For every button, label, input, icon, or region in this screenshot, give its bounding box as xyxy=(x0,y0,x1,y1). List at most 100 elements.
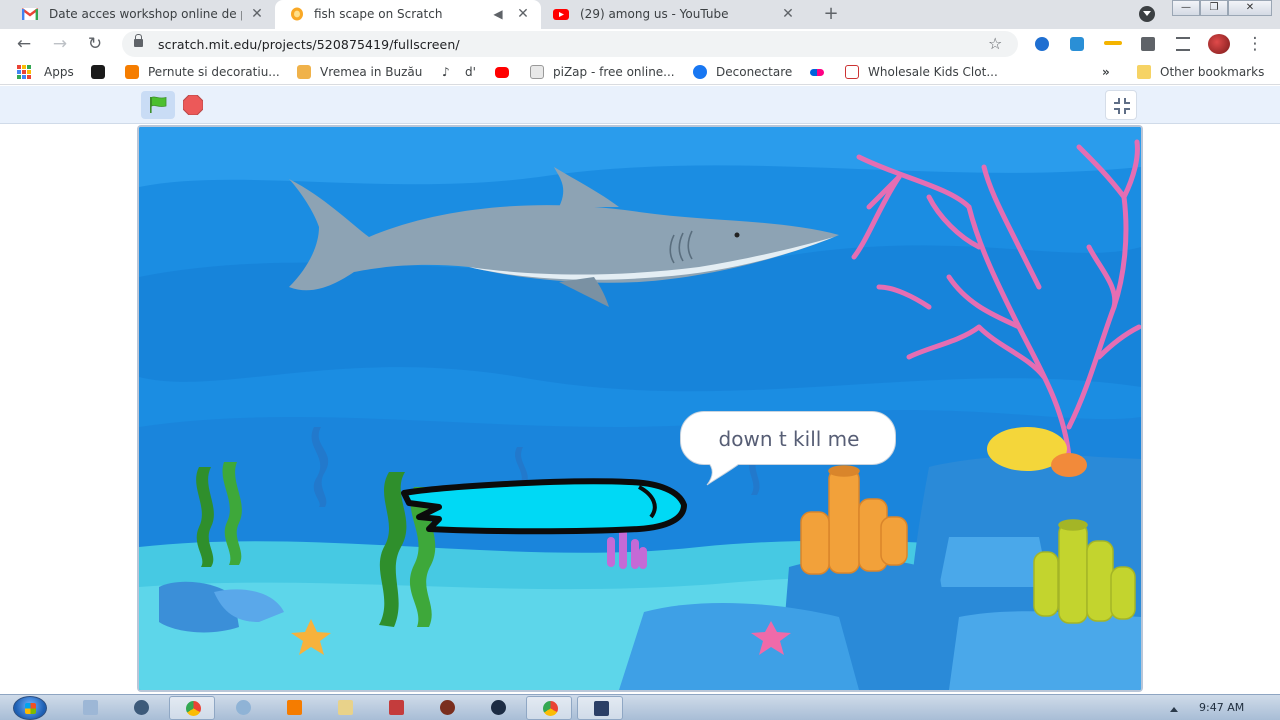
avatar[interactable] xyxy=(1208,34,1230,54)
green-flag-button[interactable] xyxy=(141,91,175,119)
extension-icon[interactable] xyxy=(1104,41,1122,45)
windows-taskbar: 9:47 AM xyxy=(0,694,1280,720)
flickr-icon xyxy=(810,68,824,76)
close-tab-icon[interactable]: ✕ xyxy=(250,6,264,22)
chrome-icon xyxy=(543,701,558,716)
bookmark-star-icon[interactable]: ☆ xyxy=(988,34,1002,53)
bookmark-label: Apps xyxy=(44,65,74,79)
scratch-icon xyxy=(291,7,303,21)
taskbar-app[interactable] xyxy=(322,696,368,720)
tab-youtube[interactable]: (29) among us - YouTube ✕ xyxy=(543,0,807,29)
bookmark-weather[interactable]: Vremea in Buzău xyxy=(297,63,422,81)
speaker-icon[interactable]: ◀ xyxy=(491,6,505,22)
speech-bubble: down t kill me xyxy=(680,411,896,465)
browser-toolbar: ← → ↻ scratch.mit.edu/projects/520875419… xyxy=(0,29,1280,58)
paint-icon xyxy=(236,700,251,715)
url-text[interactable]: scratch.mit.edu/projects/520875419/fulls… xyxy=(158,37,460,52)
bookmark-label: d' xyxy=(465,65,476,79)
vlc-icon xyxy=(287,700,302,715)
facebook-icon xyxy=(693,65,707,79)
stop-sign-icon[interactable] xyxy=(183,95,203,115)
bookmark-other[interactable]: Other bookmarks xyxy=(1137,63,1264,81)
bookmark-label: Other bookmarks xyxy=(1160,65,1265,79)
app-icon xyxy=(491,700,506,715)
bookmark-dh[interactable]: Wholesale Kids Clot... xyxy=(845,63,998,81)
bookmark-flickr[interactable] xyxy=(810,63,833,81)
close-window-button[interactable]: ✕ xyxy=(1228,0,1272,16)
taskbar-chrome[interactable] xyxy=(526,696,572,720)
tab-strip: Date acces workshop online de p ✕ fish s… xyxy=(0,0,1280,29)
lock-icon xyxy=(134,34,143,47)
clock[interactable]: 9:47 AM xyxy=(1199,701,1244,714)
tab-search-icon[interactable] xyxy=(1139,6,1155,22)
youtube-icon xyxy=(553,9,569,20)
youtube-icon xyxy=(495,66,509,78)
puzzle-icon[interactable] xyxy=(1141,37,1155,51)
taskbar-app[interactable] xyxy=(424,696,470,720)
overflow-icon: » xyxy=(1102,65,1110,79)
exit-fullscreen-icon xyxy=(1114,98,1130,114)
reading-list-icon[interactable] xyxy=(1176,37,1190,51)
adobe-icon xyxy=(91,65,105,79)
address-bar[interactable]: scratch.mit.edu/projects/520875419/fulls… xyxy=(122,31,1018,57)
dh-icon xyxy=(845,65,859,79)
close-tab-icon[interactable]: ✕ xyxy=(781,6,795,22)
restore-button[interactable]: ❐ xyxy=(1200,0,1228,16)
underwater-backdrop xyxy=(139,127,1141,690)
save-disk-icon xyxy=(594,701,609,716)
bookmark-label: Wholesale Kids Clot... xyxy=(868,65,998,79)
extension-icon[interactable] xyxy=(1035,37,1049,51)
taskbar-app[interactable] xyxy=(577,696,623,720)
folder-icon xyxy=(1137,65,1151,79)
tab-title: Date acces workshop online de p xyxy=(49,7,242,21)
bookmark-label: piZap - free online... xyxy=(553,65,675,79)
media-player-icon xyxy=(134,700,149,715)
start-button[interactable] xyxy=(13,696,47,720)
bookmark-adobe[interactable] xyxy=(91,63,114,81)
taskbar-chrome[interactable] xyxy=(169,696,215,720)
exit-fullscreen-button[interactable] xyxy=(1105,90,1137,120)
explorer-icon xyxy=(83,700,98,715)
taskbar-app[interactable] xyxy=(373,696,419,720)
tab-scratch[interactable]: fish scape on Scratch ◀ ✕ xyxy=(275,0,541,29)
fish-sprite[interactable] xyxy=(401,478,687,535)
tab-gmail[interactable]: Date acces workshop online de p ✕ xyxy=(0,0,273,29)
close-tab-icon[interactable]: ✕ xyxy=(516,6,530,22)
speech-bubble-tail xyxy=(706,461,744,486)
blogger-icon xyxy=(125,65,139,79)
bookmarks-overflow[interactable]: » xyxy=(1102,63,1110,81)
bookmark-pizap[interactable]: piZap - free online... xyxy=(530,63,675,81)
app-icon xyxy=(440,700,455,715)
weather-icon xyxy=(297,65,311,79)
back-arrow-icon[interactable]: ← xyxy=(13,33,35,55)
tab-title: (29) among us - YouTube xyxy=(580,7,729,21)
taskbar-app[interactable] xyxy=(271,696,317,720)
tab-title: fish scape on Scratch xyxy=(314,7,443,21)
green-flag-icon xyxy=(150,96,167,113)
bookmark-music[interactable]: ♪ d' xyxy=(442,63,476,81)
new-tab-button[interactable]: + xyxy=(821,4,841,24)
speech-bubble-text: down t kill me xyxy=(718,427,860,451)
music-note-icon: ♪ xyxy=(442,65,450,79)
menu-kebab-icon[interactable]: ⋮ xyxy=(1246,33,1264,55)
bookmark-youtube[interactable] xyxy=(495,63,518,81)
bookmark-facebook[interactable]: Deconectare xyxy=(693,63,792,81)
bookmark-label: Vremea in Buzău xyxy=(320,65,423,79)
pizap-icon xyxy=(530,65,544,79)
minimize-button[interactable]: — xyxy=(1172,0,1200,16)
taskbar-app[interactable] xyxy=(118,696,164,720)
bookmark-apps[interactable]: Apps xyxy=(17,63,74,81)
bookmark-label: Deconectare xyxy=(716,65,793,79)
flag-icon xyxy=(389,700,404,715)
taskbar-app[interactable] xyxy=(475,696,521,720)
tray-expand-icon[interactable] xyxy=(1170,703,1178,712)
taskbar-app[interactable] xyxy=(220,696,266,720)
scratch-controls xyxy=(0,86,1280,124)
extension-icon[interactable] xyxy=(1070,37,1084,51)
scratch-stage[interactable]: down t kill me xyxy=(137,125,1143,692)
reload-icon[interactable]: ↻ xyxy=(84,33,106,55)
gmail-icon xyxy=(22,8,38,20)
bookmark-blogger[interactable]: Pernute si decoratiu... xyxy=(125,63,280,81)
forward-arrow-icon[interactable]: → xyxy=(49,33,71,55)
taskbar-app[interactable] xyxy=(67,696,113,720)
